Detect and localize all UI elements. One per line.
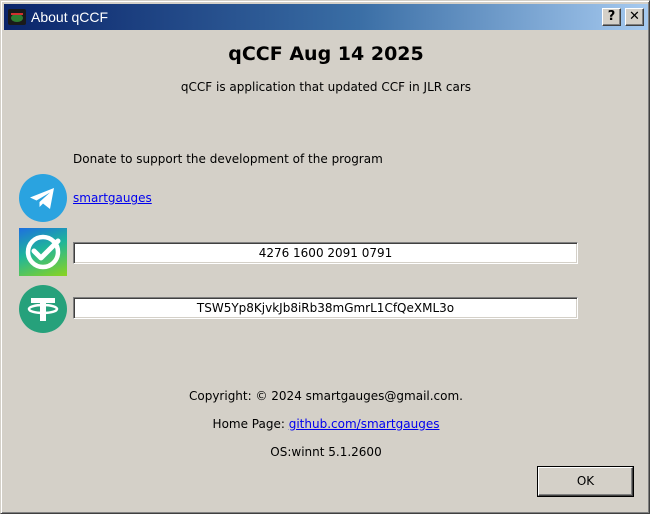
copyright-text: Copyright: © 2024 smartgauges@gmail.com. xyxy=(188,389,463,403)
app-description: qCCF is application that updated CCF in … xyxy=(180,80,472,94)
homepage-label: Home Page: xyxy=(212,417,289,431)
card-number-field[interactable]: 4276 1600 2091 0791 xyxy=(73,242,578,264)
usdt-address-field[interactable]: TSW5Yp8KjvkJb8iRb38mGmrL1CfQeXML3o xyxy=(73,297,578,319)
telegram-icon xyxy=(19,174,67,222)
donate-label: Donate to support the development of the… xyxy=(73,152,383,166)
tether-icon xyxy=(19,285,67,333)
sber-icon xyxy=(19,228,67,276)
about-dialog: About qCCF ? ✕ qCCF Aug 14 2025 qCCF is … xyxy=(0,0,650,514)
app-icon xyxy=(8,9,26,25)
window-title: About qCCF xyxy=(31,9,109,25)
homepage-link[interactable]: github.com/smartgauges xyxy=(289,417,440,431)
title-bar[interactable]: About qCCF ? ✕ xyxy=(4,4,648,30)
close-button[interactable]: ✕ xyxy=(625,8,644,26)
app-title: qCCF Aug 14 2025 xyxy=(228,43,424,65)
os-info: OS:winnt 5.1.2600 xyxy=(270,445,382,459)
ok-button[interactable]: OK xyxy=(538,467,633,496)
telegram-link[interactable]: smartgauges xyxy=(73,191,152,205)
help-button[interactable]: ? xyxy=(602,8,621,26)
homepage-row: Home Page: github.com/smartgauges xyxy=(1,417,650,431)
